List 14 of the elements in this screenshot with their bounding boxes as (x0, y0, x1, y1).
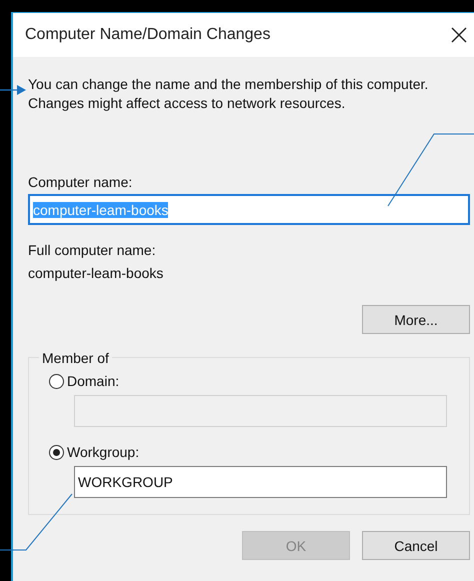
radio-button[interactable] (49, 374, 64, 388)
close-icon[interactable] (451, 27, 467, 43)
window-title: Computer Name/Domain Changes (25, 26, 270, 44)
more-button[interactable]: More... (362, 305, 470, 334)
radio-label: Domain: (67, 372, 120, 390)
dialog-button[interactable]: Cancel (362, 531, 470, 560)
full-computer-name: computer-leam-books (28, 264, 164, 282)
description-text: You can change the name and the membership of this computer. Changes might affect access to network resources. (28, 75, 430, 113)
field-label: Full computer name: (28, 241, 157, 259)
radio-label: Workgroup: (67, 443, 140, 461)
radio-button[interactable] (49, 444, 64, 460)
leader-line (0, 85, 26, 95)
text-field[interactable]: WORKGROUP (74, 466, 447, 498)
field-label: Computer name: (28, 173, 134, 191)
